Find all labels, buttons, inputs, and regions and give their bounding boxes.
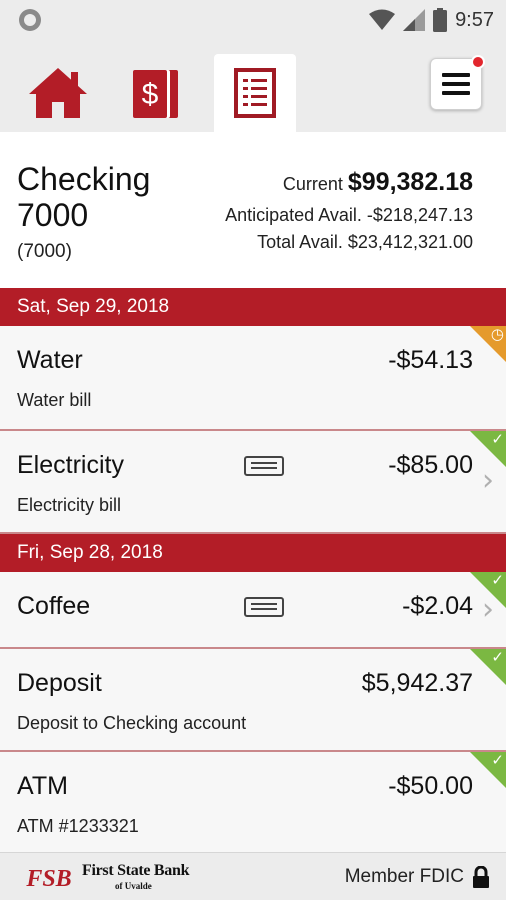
document-list-icon: [234, 68, 276, 118]
transaction-name: Water: [17, 346, 83, 374]
check-icon: ✓: [491, 431, 504, 448]
total-amount: $23,412,321.00: [347, 232, 473, 252]
transaction-name: ATM: [17, 772, 68, 800]
hamburger-icon: [442, 73, 470, 95]
current-label: Current: [282, 174, 343, 194]
anticipated-label: Anticipated Avail.: [225, 205, 362, 225]
money-icon: $: [133, 70, 178, 118]
transaction-row[interactable]: ATM ATM #1233321 -$50.00 ✓: [0, 752, 506, 852]
check-icon: ✓: [491, 752, 504, 769]
anticipated-balance: Anticipated Avail. -$218,247.13: [225, 205, 473, 226]
transaction-name: Electricity: [17, 451, 124, 479]
status-icons: 9:57: [369, 6, 494, 34]
svg-text:FSB: FSB: [25, 866, 71, 892]
transaction-row[interactable]: Deposit Deposit to Checking account $5,9…: [0, 649, 506, 752]
status-bar: 9:57: [0, 0, 506, 40]
transaction-name: Deposit: [17, 669, 102, 697]
current-amount: $99,382.18: [347, 168, 473, 196]
bank-subtitle: of Uvalde: [115, 881, 152, 891]
lock-icon: [473, 866, 489, 888]
svg-text:$: $: [142, 78, 159, 111]
transaction-row[interactable]: Coffee -$2.04 › ✓: [0, 572, 506, 649]
notification-dot-icon: [19, 9, 41, 31]
status-time: 9:57: [455, 8, 494, 31]
anticipated-amount: -$218,247.13: [366, 205, 473, 225]
account-number: (7000): [17, 241, 72, 262]
date-header: Fri, Sep 28, 2018: [0, 534, 506, 572]
transaction-amount: -$85.00: [388, 451, 473, 479]
bank-logo: FSB: [20, 862, 78, 892]
clock-icon: ◷: [490, 326, 504, 343]
nav-bar: $: [0, 40, 506, 132]
bank-name: First State Bank: [82, 862, 190, 879]
card-icon: [244, 456, 284, 476]
check-icon: ✓: [491, 572, 504, 589]
footer: FSB First State Bank of Uvalde Member FD…: [0, 852, 506, 900]
total-balance: Total Avail. $23,412,321.00: [257, 232, 473, 253]
tab-home[interactable]: [17, 54, 99, 132]
tab-transfers[interactable]: $: [116, 54, 198, 132]
card-icon: [244, 597, 284, 617]
battery-icon: [433, 8, 448, 32]
transaction-amount: -$2.04: [402, 592, 473, 620]
transaction-amount: $5,942.37: [361, 669, 473, 697]
transaction-description: Deposit to Checking account: [17, 713, 247, 733]
wifi-icon: [369, 9, 396, 30]
current-balance: Current $99,382.18: [283, 168, 473, 197]
transaction-row[interactable]: Electricity Electricity bill -$85.00 › ✓: [0, 431, 506, 534]
menu-button[interactable]: [430, 55, 485, 110]
account-summary: Checking 7000 (7000) Current $99,382.18 …: [0, 132, 506, 288]
transaction-description: Water bill: [17, 390, 92, 410]
date-header: Sat, Sep 29, 2018: [0, 288, 506, 326]
home-icon: [29, 68, 87, 118]
member-fdic: Member FDIC: [344, 866, 464, 887]
chevron-right-icon[interactable]: ›: [482, 463, 494, 498]
transaction-name: Coffee: [17, 592, 91, 620]
account-name: Checking 7000: [17, 161, 151, 233]
signal-icon: [403, 9, 426, 31]
tab-transactions[interactable]: [214, 54, 296, 132]
transaction-description: ATM #1233321: [17, 816, 139, 836]
total-label: Total Avail.: [257, 232, 343, 252]
notification-badge: [471, 55, 485, 69]
transaction-amount: -$54.13: [388, 346, 473, 374]
check-icon: ✓: [491, 649, 504, 666]
transaction-row[interactable]: Water Water bill -$54.13 ◷: [0, 326, 506, 431]
transaction-amount: -$50.00: [388, 772, 473, 800]
transaction-description: Electricity bill: [17, 495, 122, 515]
